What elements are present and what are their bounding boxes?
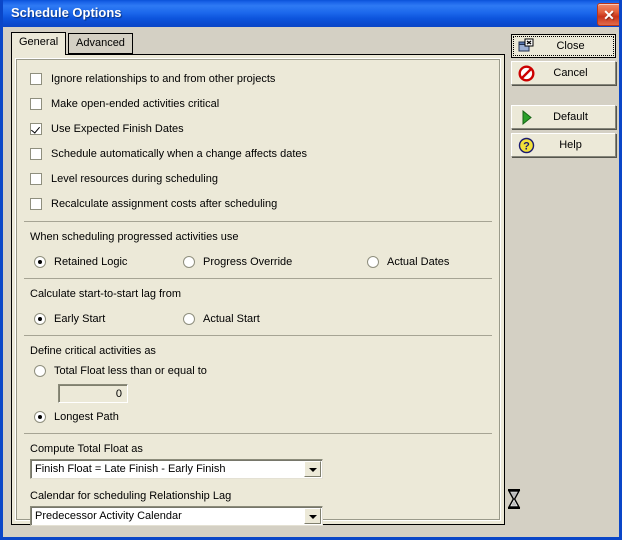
radio-icon[interactable] xyxy=(183,312,195,325)
checkbox-label: Level resources during scheduling xyxy=(51,172,218,185)
compute-total-float-value: Finish Float = Late Finish - Early Finis… xyxy=(35,463,226,475)
compute-total-float-label: Compute Total Float as xyxy=(30,443,143,455)
checkbox-ignore-relationships[interactable]: Ignore relationships to and from other p… xyxy=(30,71,275,86)
radio-icon-selected[interactable] xyxy=(34,410,46,423)
group-divider xyxy=(24,278,492,279)
radio-actual-dates[interactable]: Actual Dates xyxy=(367,254,449,269)
compute-total-float-dropdown[interactable]: Finish Float = Late Finish - Early Finis… xyxy=(30,459,323,479)
checkbox-label: Use Expected Finish Dates xyxy=(51,122,184,135)
options-panel: Ignore relationships to and from other p… xyxy=(11,54,505,526)
radio-icon[interactable] xyxy=(34,364,46,377)
default-button[interactable]: Default xyxy=(511,105,616,129)
total-float-value-input[interactable]: 0 xyxy=(58,384,128,403)
checkbox-make-open-ended-critical[interactable]: Make open-ended activities critical xyxy=(30,96,219,111)
radio-label: Progress Override xyxy=(203,255,293,268)
checkbox-recalculate-assignment-costs[interactable]: Recalculate assignment costs after sched… xyxy=(30,196,277,211)
group-divider xyxy=(24,335,492,336)
radio-icon[interactable] xyxy=(183,255,195,268)
radio-label: Early Start xyxy=(54,312,106,325)
radio-label: Longest Path xyxy=(54,410,119,423)
radio-actual-start[interactable]: Actual Start xyxy=(183,311,260,326)
radio-progress-override[interactable]: Progress Override xyxy=(183,254,292,269)
checkbox-label: Make open-ended activities critical xyxy=(51,97,220,110)
window-close-button[interactable]: ✕ xyxy=(597,3,619,26)
calendar-lag-label: Calendar for scheduling Relationship Lag xyxy=(30,490,232,502)
radio-label: Actual Dates xyxy=(387,255,450,268)
checkbox-level-resources[interactable]: Level resources during scheduling xyxy=(30,171,218,186)
checkbox-icon[interactable] xyxy=(30,172,42,185)
tab-advanced-label: Advanced xyxy=(76,37,125,49)
checkbox-icon[interactable] xyxy=(30,72,42,85)
tab-advanced[interactable]: Advanced xyxy=(68,33,133,54)
options-panel-inner: Ignore relationships to and from other p… xyxy=(15,58,501,526)
checkbox-icon[interactable] xyxy=(30,97,42,110)
lag-group-label: Calculate start-to-start lag from xyxy=(30,288,181,300)
tab-general[interactable]: General xyxy=(11,32,67,55)
radio-retained-logic[interactable]: Retained Logic xyxy=(34,254,127,269)
checkbox-use-expected-finish-dates[interactable]: Use Expected Finish Dates xyxy=(30,121,184,136)
group-divider xyxy=(24,433,492,434)
close-button-label: Close xyxy=(556,40,585,52)
critical-group-label: Define critical activities as xyxy=(30,345,156,357)
chevron-down-icon[interactable] xyxy=(304,461,321,477)
cancel-button[interactable]: Cancel xyxy=(511,61,616,85)
radio-label: Total Float less than or equal to xyxy=(54,364,207,377)
checkbox-label: Schedule automatically when a change aff… xyxy=(51,147,308,160)
schedule-options-window: Schedule Options ✕ General Advanced Igno… xyxy=(0,0,622,540)
calendar-lag-value: Predecessor Activity Calendar xyxy=(35,510,182,522)
button-panel: Close Cancel Default ? Help xyxy=(511,29,619,529)
progressed-group-label: When scheduling progressed activities us… xyxy=(30,231,239,243)
cancel-button-label: Cancel xyxy=(553,67,588,79)
client-area: General Advanced Ignore relationships to… xyxy=(3,27,619,537)
radio-icon-selected[interactable] xyxy=(34,312,46,325)
calendar-lag-dropdown[interactable]: Predecessor Activity Calendar xyxy=(30,506,323,526)
checkbox-label: Ignore relationships to and from other p… xyxy=(51,72,276,85)
radio-label: Retained Logic xyxy=(54,255,128,268)
help-button-label: Help xyxy=(559,139,582,151)
radio-longest-path[interactable]: Longest Path xyxy=(34,409,119,424)
hourglass-cursor-icon xyxy=(506,488,522,510)
close-button[interactable]: Close xyxy=(511,34,616,58)
title-bar: Schedule Options ✕ xyxy=(3,0,619,27)
window-title: Schedule Options xyxy=(11,5,122,20)
radio-total-float-less-than[interactable]: Total Float less than or equal to xyxy=(34,363,207,378)
checkbox-schedule-automatically[interactable]: Schedule automatically when a change aff… xyxy=(30,146,307,161)
radio-label: Actual Start xyxy=(203,312,260,325)
checkbox-icon[interactable] xyxy=(30,197,42,210)
chevron-down-icon[interactable] xyxy=(304,508,321,524)
group-divider xyxy=(24,221,492,222)
radio-icon-selected[interactable] xyxy=(34,255,46,268)
help-button[interactable]: ? Help xyxy=(511,133,616,157)
checkbox-label: Recalculate assignment costs after sched… xyxy=(51,197,278,210)
default-button-label: Default xyxy=(553,111,588,123)
radio-icon[interactable] xyxy=(367,255,379,268)
radio-early-start[interactable]: Early Start xyxy=(34,311,105,326)
tab-general-label: General xyxy=(19,36,59,48)
checkbox-icon-checked[interactable] xyxy=(30,122,42,135)
checkbox-icon[interactable] xyxy=(30,147,42,160)
close-icon: ✕ xyxy=(603,6,615,23)
